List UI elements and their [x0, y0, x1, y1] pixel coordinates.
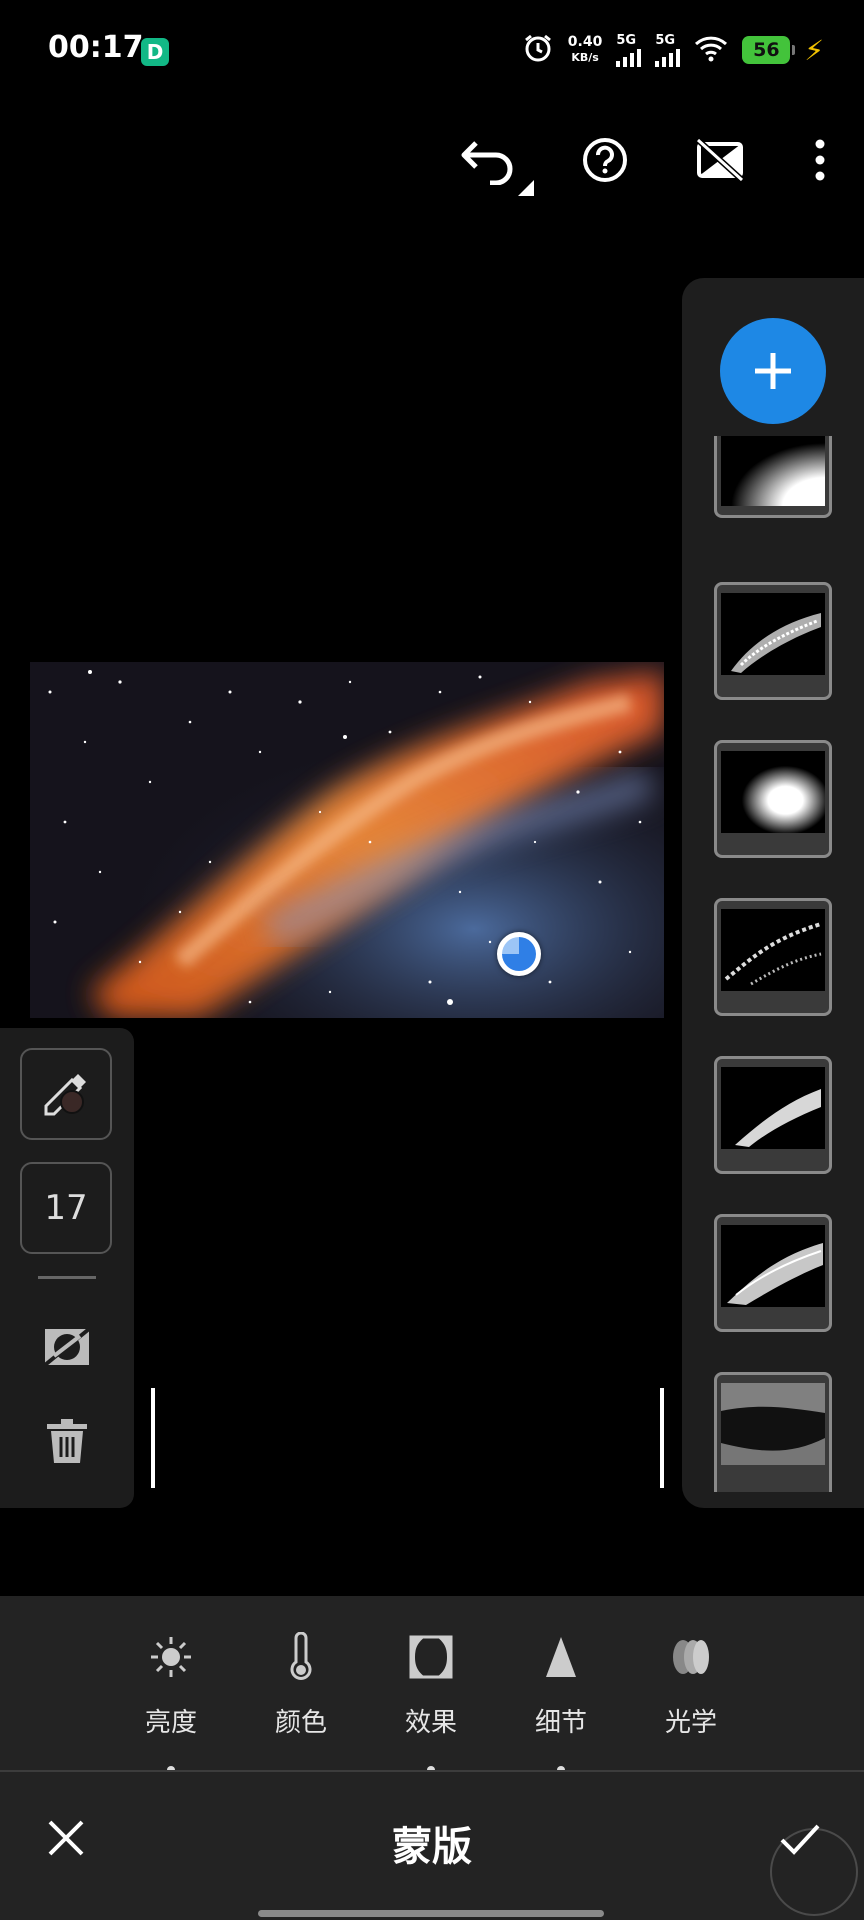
network-speed: 0.40 KB/s — [567, 34, 603, 65]
invert-mask-icon — [43, 1327, 91, 1367]
mask-thumbnail[interactable] — [714, 740, 832, 858]
thermometer-icon — [290, 1632, 312, 1680]
mask-tools-panel: 17 — [0, 1028, 134, 1508]
clock: 00:17 — [48, 30, 144, 65]
bottom-action-bar: 蒙版 — [0, 1772, 864, 1920]
category-brightness[interactable]: 亮度 — [111, 1630, 231, 1739]
mask-thumbnail[interactable] — [714, 1214, 832, 1332]
right-crop-handle[interactable] — [660, 1388, 664, 1488]
invert-mask-button[interactable] — [40, 1320, 94, 1374]
lens-icon — [673, 1640, 709, 1674]
compare-off-icon — [696, 138, 744, 182]
app-notification-badge: D — [141, 38, 169, 66]
undo-history-indicator[interactable] — [518, 180, 534, 196]
home-indicator[interactable] — [258, 1910, 604, 1917]
eyedropper-icon — [44, 1074, 86, 1116]
compare-toggle-button[interactable] — [690, 130, 750, 190]
signal-sim2: 5G — [655, 34, 681, 67]
mask-thumbnail[interactable] — [714, 582, 832, 700]
mask-thumbnail[interactable] — [714, 1372, 832, 1492]
more-options-button[interactable] — [790, 130, 850, 190]
checkmark-icon — [780, 1824, 820, 1855]
eyedropper-button[interactable] — [20, 1048, 112, 1140]
mask-thumbnail[interactable] — [714, 1056, 832, 1174]
undo-icon — [461, 141, 513, 185]
add-mask-button[interactable] — [720, 318, 826, 424]
divider — [38, 1276, 96, 1279]
left-crop-handle[interactable] — [151, 1388, 155, 1488]
category-color[interactable]: 颜色 — [241, 1630, 361, 1739]
category-detail[interactable]: 细节 — [501, 1630, 621, 1739]
signal-sim1: 5G — [616, 34, 642, 67]
plus-icon — [755, 353, 791, 389]
wifi-icon — [694, 34, 728, 66]
mask-pin-handle[interactable] — [497, 932, 541, 976]
delete-mask-button[interactable] — [40, 1414, 94, 1468]
nebula-photo[interactable] — [30, 662, 664, 1018]
masks-panel — [682, 278, 864, 1508]
help-icon — [583, 138, 627, 182]
confirm-button[interactable] — [774, 1812, 826, 1864]
mask-thumbnail[interactable] — [714, 436, 832, 518]
alarm-icon — [522, 32, 554, 68]
help-button[interactable] — [575, 130, 635, 190]
mask-thumbnail[interactable] — [714, 898, 832, 1016]
charging-icon: ⚡ — [804, 33, 824, 67]
adjustment-categories: 亮度 颜色 效果 细节 光学 — [0, 1596, 864, 1774]
undo-button[interactable] — [460, 130, 520, 190]
more-vertical-icon — [815, 139, 825, 181]
brightness-icon — [151, 1637, 191, 1677]
category-optics[interactable]: 光学 — [631, 1630, 751, 1739]
vignette-icon — [409, 1635, 453, 1679]
battery-indicator: 56 — [742, 36, 796, 64]
triangle-icon — [546, 1637, 576, 1677]
category-effects[interactable]: 效果 — [371, 1630, 491, 1739]
brush-size-button[interactable]: 17 — [20, 1162, 112, 1254]
trash-icon — [47, 1419, 87, 1463]
status-bar: 00:17 D 0.40 KB/s 5G 5G 56 ⚡ — [0, 0, 864, 100]
page-title: 蒙版 — [392, 1824, 472, 1870]
